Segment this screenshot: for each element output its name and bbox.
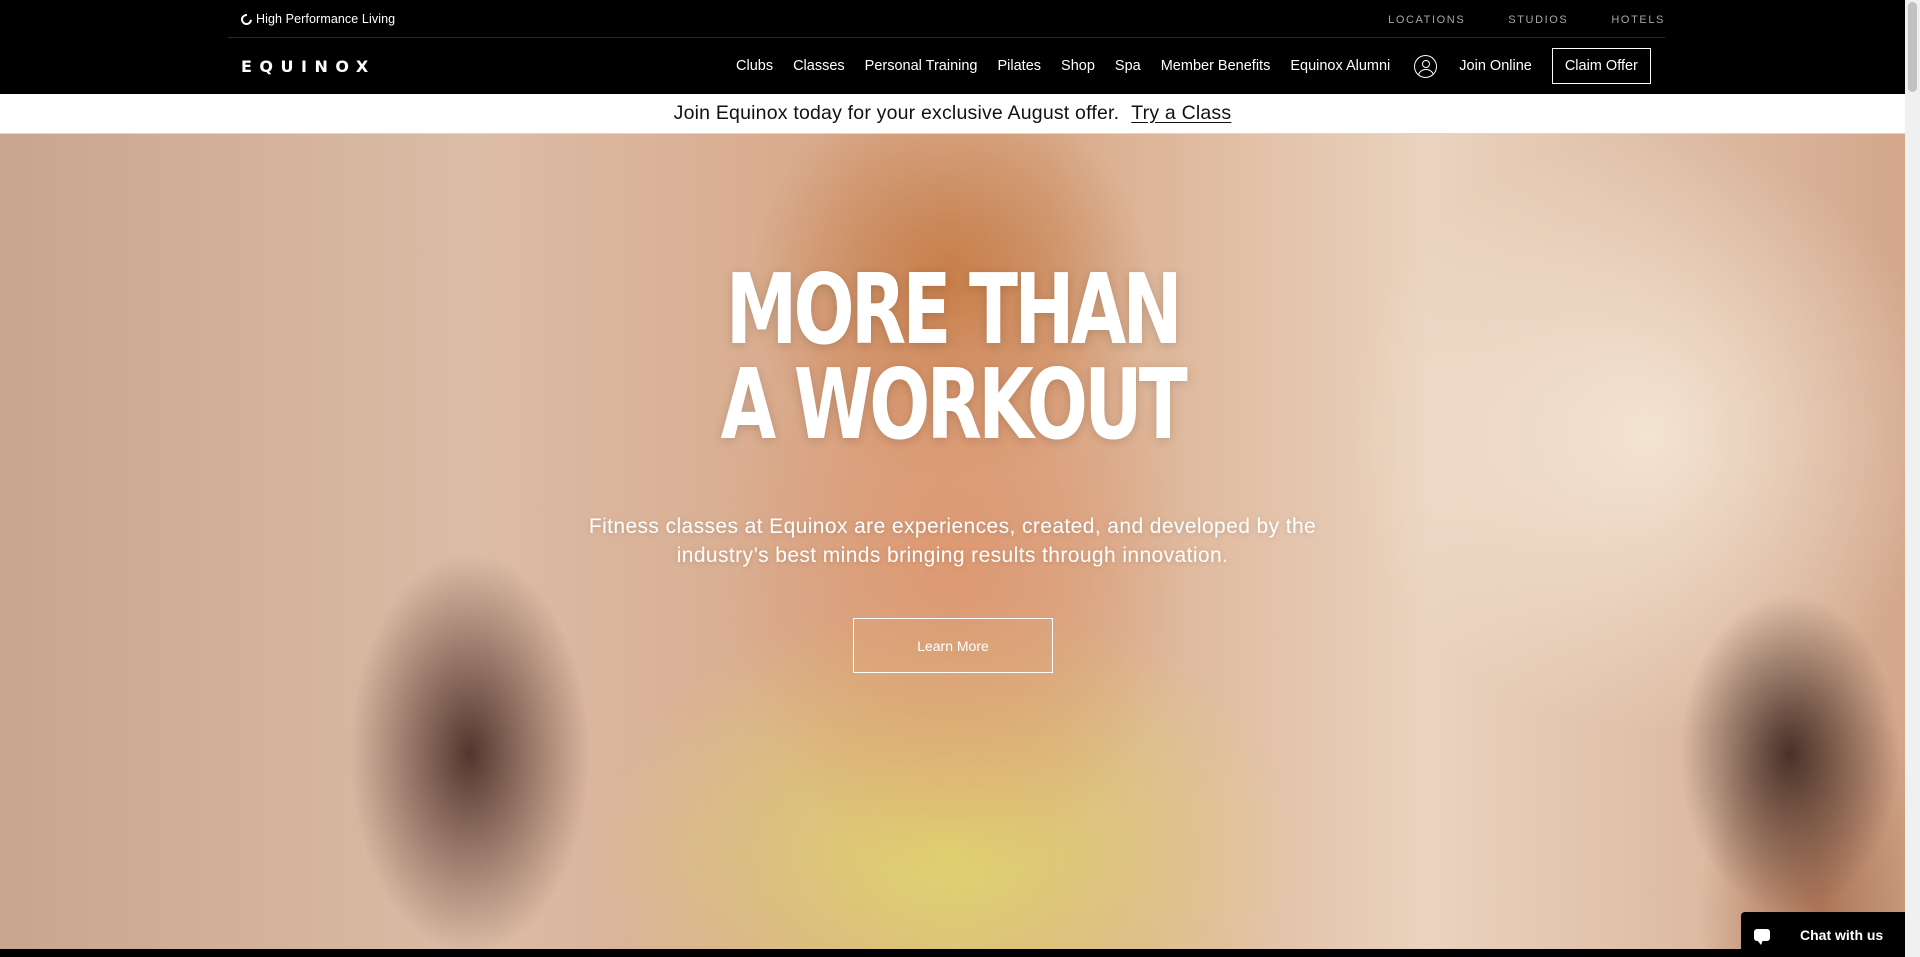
utility-link-hotels[interactable]: HOTELS: [1611, 14, 1665, 26]
circle-icon: [238, 11, 255, 27]
nav-links: Clubs Classes Personal Training Pilates …: [736, 38, 1651, 94]
hero-section: MORE THAN A WORKOUT Fitness classes at E…: [0, 134, 1905, 949]
hero-headline: MORE THAN A WORKOUT: [248, 253, 1658, 461]
nav-item-shop[interactable]: Shop: [1061, 58, 1095, 74]
hero-headline-line-1: MORE THAN: [725, 253, 1183, 366]
utility-bar-inner: High Performance Living LOCATIONS STUDIO…: [228, 0, 1665, 38]
chat-button[interactable]: Chat with us: [1741, 912, 1908, 957]
utility-bar: High Performance Living LOCATIONS STUDIO…: [0, 0, 1905, 38]
utility-link-studios[interactable]: STUDIOS: [1508, 14, 1568, 26]
claim-offer-button[interactable]: Claim Offer: [1551, 48, 1651, 84]
account-icon[interactable]: [1414, 54, 1438, 78]
learn-more-button[interactable]: Learn More: [853, 618, 1053, 673]
hero-subhead-line-1: Fitness classes at Equinox are experienc…: [588, 515, 1317, 538]
nav-item-member-benefits[interactable]: Member Benefits: [1161, 58, 1271, 74]
scrollbar-thumb[interactable]: [1908, 2, 1917, 92]
try-a-class-link[interactable]: Try a Class: [1131, 102, 1231, 125]
utility-links: LOCATIONS STUDIOS HOTELS: [1345, 14, 1665, 26]
join-online-link[interactable]: Join Online: [1459, 58, 1532, 74]
hero-subhead-line-2: industry’s best minds bringing results t…: [676, 544, 1229, 567]
promo-banner: Join Equinox today for your exclusive Au…: [0, 94, 1905, 134]
nav-item-pilates[interactable]: Pilates: [998, 58, 1042, 74]
nav-item-spa[interactable]: Spa: [1115, 58, 1141, 74]
hero-headline-line-2: A WORKOUT: [720, 348, 1188, 461]
high-performance-living-link[interactable]: High Performance Living: [238, 11, 396, 27]
scrollbar[interactable]: [1905, 0, 1920, 957]
promo-text: Join Equinox today for your exclusive Au…: [673, 102, 1120, 124]
main-nav: EQUINOX Clubs Classes Personal Training …: [0, 38, 1905, 94]
hero-subhead: Fitness classes at Equinox are experienc…: [0, 512, 1905, 570]
nav-item-classes[interactable]: Classes: [793, 58, 845, 74]
nav-item-clubs[interactable]: Clubs: [736, 58, 773, 74]
nav-item-equinox-alumni[interactable]: Equinox Alumni: [1290, 58, 1390, 74]
utility-link-locations[interactable]: LOCATIONS: [1388, 14, 1465, 26]
nav-item-personal-training[interactable]: Personal Training: [865, 58, 978, 74]
high-performance-living-label: High Performance Living: [256, 12, 396, 26]
page-bottom-edge: [0, 949, 1905, 957]
equinox-logo[interactable]: EQUINOX: [241, 57, 376, 76]
chat-label: Chat with us: [1800, 926, 1884, 943]
chat-bubble-icon: [1754, 923, 1775, 945]
